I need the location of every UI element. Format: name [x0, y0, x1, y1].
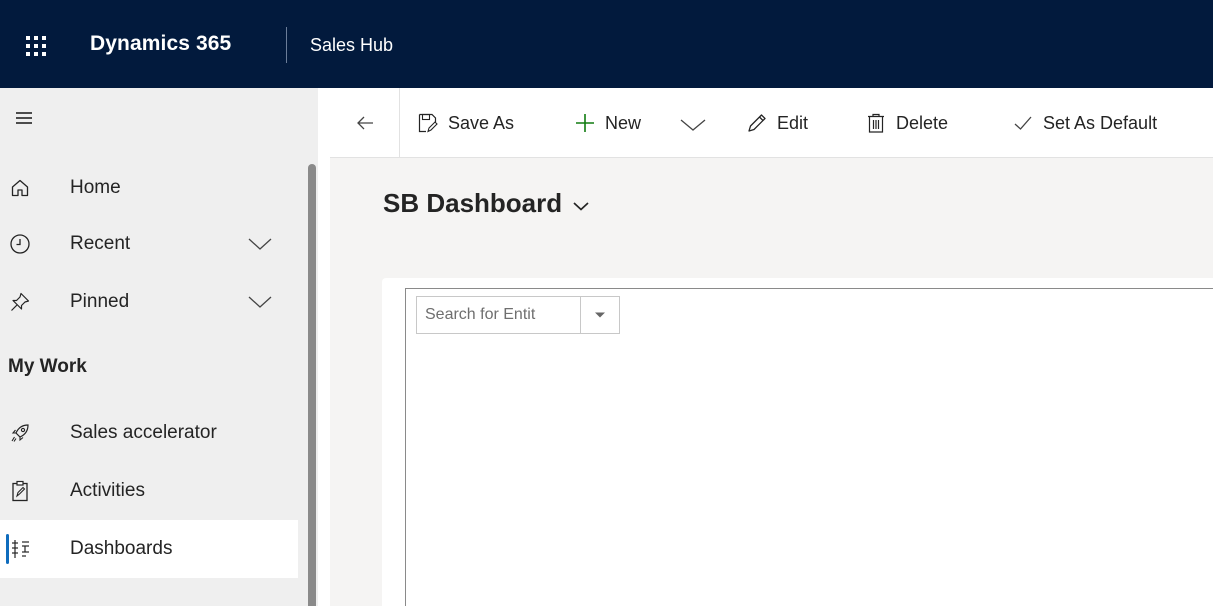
sidebar-item-home[interactable]: Home — [0, 159, 298, 217]
rocket-icon — [9, 422, 31, 444]
sidebar-item-label: Sales accelerator — [70, 422, 217, 443]
chevron-down-icon[interactable] — [247, 234, 273, 254]
chevron-down-icon[interactable] — [247, 292, 273, 312]
dashboard-selector[interactable]: SB Dashboard — [383, 188, 590, 219]
pin-icon — [9, 291, 31, 313]
sidebar-item-activities[interactable]: Activities — [0, 462, 298, 520]
edit-button[interactable]: Edit — [745, 107, 808, 139]
clipboard-icon — [9, 480, 31, 502]
app-header: Dynamics 365 Sales Hub — [0, 0, 1213, 88]
entity-search-combobox[interactable] — [416, 296, 620, 334]
delete-label: Delete — [896, 112, 949, 133]
app-name[interactable]: Dynamics 365 — [90, 32, 231, 56]
save-as-button[interactable]: Save As — [416, 107, 514, 139]
delete-button[interactable]: Delete — [864, 107, 948, 139]
sidebar-item-label: Dashboards — [70, 538, 173, 559]
web-resource-frame — [405, 288, 1213, 606]
main-content: SB Dashboard — [330, 158, 1213, 606]
trash-icon — [864, 111, 888, 135]
back-arrow-icon — [356, 116, 373, 130]
dashboard-icon — [9, 538, 31, 560]
sidebar-item-label: Home — [70, 177, 121, 198]
sidebar-scrollbar[interactable] — [308, 164, 316, 606]
sidebar-item-recent[interactable]: Recent — [0, 215, 298, 273]
entity-dropdown-button[interactable] — [580, 297, 619, 333]
set-as-default-button[interactable]: Set As Default — [1011, 107, 1157, 139]
plus-icon — [573, 111, 597, 135]
section-header-my-work: My Work — [8, 356, 87, 377]
dashboard-card — [382, 278, 1213, 606]
sidebar: Home Recent Pinned My Work Sales acceler… — [0, 88, 318, 606]
caret-down-icon — [595, 312, 605, 318]
set-as-default-label: Set As Default — [1043, 112, 1158, 133]
new-button[interactable]: New — [573, 107, 641, 139]
sidebar-item-pinned[interactable]: Pinned — [0, 273, 298, 331]
sidebar-item-dashboards[interactable]: Dashboards — [0, 520, 298, 578]
sidebar-item-label: Activities — [70, 480, 145, 501]
save-as-label: Save As — [448, 112, 515, 133]
command-bar: Save As New Edit Delete Set As Default — [330, 88, 1213, 158]
sidebar-item-label: Pinned — [70, 291, 130, 312]
new-label: New — [605, 112, 642, 133]
pencil-icon — [745, 111, 769, 135]
edit-label: Edit — [777, 112, 809, 133]
page-title: SB Dashboard — [383, 188, 563, 218]
checkmark-icon — [1011, 111, 1035, 135]
save-as-icon — [416, 111, 440, 135]
entity-search-input[interactable] — [417, 297, 580, 333]
chevron-down-icon — [573, 201, 589, 211]
hub-name[interactable]: Sales Hub — [310, 35, 393, 56]
sidebar-item-sales-accelerator[interactable]: Sales accelerator — [0, 404, 298, 462]
header-divider — [286, 27, 287, 63]
hamburger-menu-icon[interactable] — [4, 98, 44, 138]
home-icon — [9, 177, 31, 199]
waffle-icon[interactable] — [14, 26, 58, 66]
sidebar-item-label: Recent — [70, 233, 131, 254]
clock-icon — [9, 233, 31, 255]
new-dropdown-chevron-icon[interactable] — [679, 117, 707, 133]
back-button[interactable] — [330, 88, 400, 158]
